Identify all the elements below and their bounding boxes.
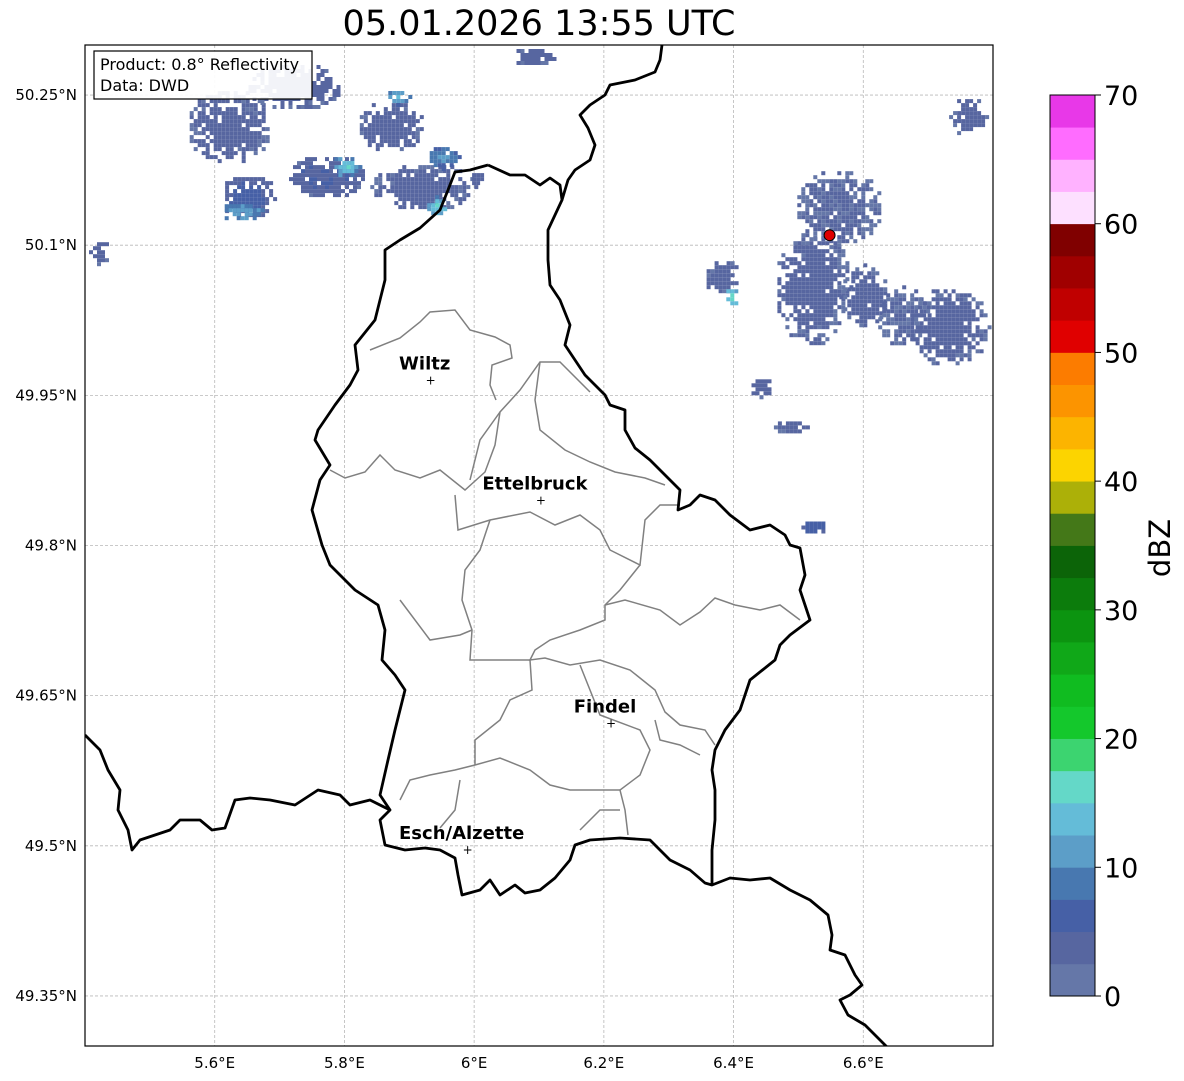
colorbar-segment — [1050, 738, 1095, 772]
colorbar-segment — [1050, 577, 1095, 611]
city-marker: + — [426, 373, 436, 387]
city-label: Esch/Alzette — [399, 823, 524, 844]
colorbar-segment — [1050, 802, 1095, 836]
colorbar-tick-label: 10 — [1104, 853, 1138, 884]
colorbar-segment — [1050, 95, 1095, 128]
lat-tick-label: 49.35°N — [15, 987, 77, 1005]
radar-site-layer — [823, 229, 836, 242]
city-marker: + — [536, 493, 546, 507]
lat-tick-label: 49.65°N — [15, 687, 77, 705]
colorbar-tick-label: 70 — [1104, 81, 1138, 112]
lat-tick-label: 50.25°N — [15, 86, 77, 104]
colorbar-segment — [1050, 448, 1095, 482]
colorbar-segment — [1050, 127, 1095, 160]
colorbar-segment — [1050, 642, 1095, 675]
colorbar-segment — [1050, 899, 1095, 933]
radar-site-marker — [823, 229, 836, 242]
colorbar-segment — [1050, 867, 1095, 900]
lon-tick-label: 6.2°E — [583, 1054, 624, 1072]
info-product-text: Product: 0.8° Reflectivity — [100, 55, 299, 74]
colorbar-segment — [1050, 770, 1095, 804]
colorbar-segment — [1050, 513, 1095, 546]
lat-tick-label: 49.5°N — [25, 837, 77, 855]
colorbar: 0 10 20 30 40 50 60 70 — [1049, 81, 1138, 1013]
lon-tick-label: 6.4°E — [713, 1054, 754, 1072]
colorbar-segment — [1050, 609, 1095, 643]
colorbar-segment — [1050, 545, 1095, 579]
colorbar-tick-label: 60 — [1104, 210, 1138, 241]
colorbar-segment — [1050, 288, 1095, 321]
colorbar-segment — [1050, 384, 1095, 418]
colorbar-segment — [1050, 931, 1095, 965]
colorbar-segment — [1050, 159, 1095, 192]
lon-tick-label: 5.8°E — [324, 1054, 365, 1072]
lon-tick-label: 6.6°E — [843, 1054, 884, 1072]
city-label: Ettelbruck — [482, 473, 588, 494]
colorbar-segment — [1050, 320, 1095, 353]
lat-tick-label: 49.8°N — [25, 537, 77, 555]
info-box: Product: 0.8° Reflectivity Data: DWD — [93, 50, 313, 100]
colorbar-segment — [1050, 352, 1095, 386]
colorbar-segment — [1050, 674, 1095, 707]
city-marker: + — [606, 717, 616, 731]
colorbar-tick-label: 50 — [1104, 338, 1138, 369]
colorbar-label: dBZ — [1143, 519, 1177, 577]
lon-tick-label: 5.6°E — [194, 1054, 235, 1072]
lon-tick-label: 6°E — [461, 1054, 488, 1072]
city-marker: + — [463, 843, 473, 857]
colorbar-segment — [1050, 481, 1095, 514]
colorbar-tick-label: 0 — [1104, 982, 1121, 1013]
colorbar-segment — [1050, 416, 1095, 450]
colorbar-segment — [1050, 191, 1095, 225]
colorbar-segment — [1050, 963, 1095, 997]
info-data-source-text: Data: DWD — [100, 76, 189, 95]
colorbar-segment — [1050, 706, 1095, 739]
city-label: Findel — [574, 697, 637, 718]
colorbar-segment — [1050, 835, 1095, 868]
colorbar-tick-label: 20 — [1104, 725, 1138, 756]
lat-tick-label: 49.95°N — [15, 386, 77, 404]
lat-tick-label: 50.1°N — [25, 236, 77, 254]
colorbar-segment — [1050, 255, 1095, 289]
city-label: Wiltz — [399, 353, 450, 374]
colorbar-tick-label: 40 — [1104, 467, 1138, 498]
colorbar-tick-label: 30 — [1104, 596, 1138, 627]
radar-map: 5.6°E 5.8°E 6°E 6.2°E 6.4°E 6.6°E 50.25°N 50.1°… — [15, 44, 1177, 1072]
colorbar-segment — [1050, 223, 1095, 257]
